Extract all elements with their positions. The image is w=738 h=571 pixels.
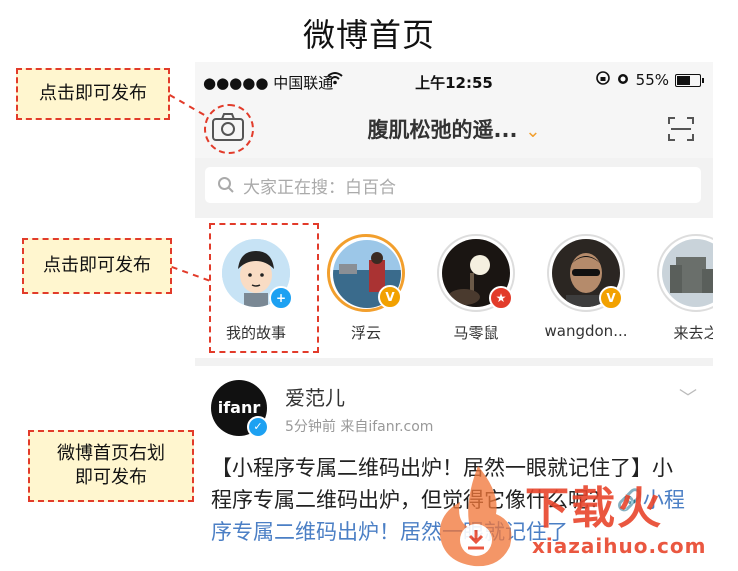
star-badge-icon: ★: [489, 286, 513, 310]
battery-icon: [675, 73, 704, 87]
story-item[interactable]: ★ 马零鼠: [431, 234, 521, 343]
alarm-icon: [616, 71, 630, 89]
verified-badge-icon: V: [378, 285, 402, 309]
callout-swipe: 微博首页右划 即可发布: [28, 430, 194, 502]
rotation-lock-icon: [595, 71, 610, 89]
callout-swipe-line2: 即可发布: [75, 467, 147, 488]
watermark-logo: 下载火 xiazaihuo.com: [430, 462, 738, 571]
search-icon: [217, 176, 235, 194]
scan-icon[interactable]: [667, 116, 695, 142]
post-author[interactable]: 爱范儿: [285, 382, 345, 411]
story-item[interactable]: V 浮云: [321, 234, 411, 343]
account-name: 腹肌松弛的遥...: [367, 118, 518, 142]
search-input[interactable]: 大家正在搜：白百合: [205, 167, 701, 203]
verified-badge-icon: ✓: [247, 416, 269, 438]
chevron-down-icon[interactable]: ﹀: [679, 384, 697, 410]
search-area: 大家正在搜：白百合: [195, 158, 713, 218]
callout-story: 点击即可发布: [22, 238, 172, 294]
callout-camera: 点击即可发布: [16, 68, 170, 120]
story-avatar-ring: ★: [437, 234, 515, 312]
story-name: 马零鼠: [453, 324, 499, 342]
verified-badge-icon: V: [599, 286, 623, 310]
watermark-sub: xiazaihuo.com: [532, 534, 707, 558]
camera-highlight: [204, 104, 254, 154]
top-navbar: 腹肌松弛的遥... ⌄: [195, 100, 713, 158]
page-title: 微博首页: [302, 16, 435, 54]
my-story-highlight: [209, 223, 319, 353]
flame-logo-icon: [439, 466, 512, 567]
story-item[interactable]: 来去之: [651, 234, 713, 343]
story-name: 浮云: [350, 324, 381, 342]
story-item[interactable]: V wangdon...: [541, 234, 631, 340]
story-name: 来去之: [673, 324, 713, 342]
status-bar: ●●●●● 中国联通 上午12:55 55%: [195, 62, 713, 100]
battery-percent: 55%: [635, 71, 669, 89]
avatar-logo-text: ifanr: [217, 398, 261, 417]
post-meta: 5分钟前 来自ifanr.com: [285, 419, 434, 435]
search-placeholder: 大家正在搜：白百合: [243, 177, 396, 198]
chevron-down-icon: ⌄: [525, 121, 541, 142]
avatar[interactable]: ifanr ✓: [211, 380, 269, 438]
story-avatar-ring: V: [327, 234, 405, 312]
story-avatar-ring: V: [547, 234, 625, 312]
story-avatar-ring: [657, 234, 713, 312]
story-name: wangdon...: [544, 322, 628, 340]
status-right: 55%: [595, 71, 704, 89]
callout-swipe-line1: 微博首页右划: [57, 443, 165, 464]
account-switcher[interactable]: 腹肌松弛的遥... ⌄: [195, 114, 713, 144]
watermark-text: 下载火: [525, 483, 663, 534]
avatar: [662, 239, 713, 307]
